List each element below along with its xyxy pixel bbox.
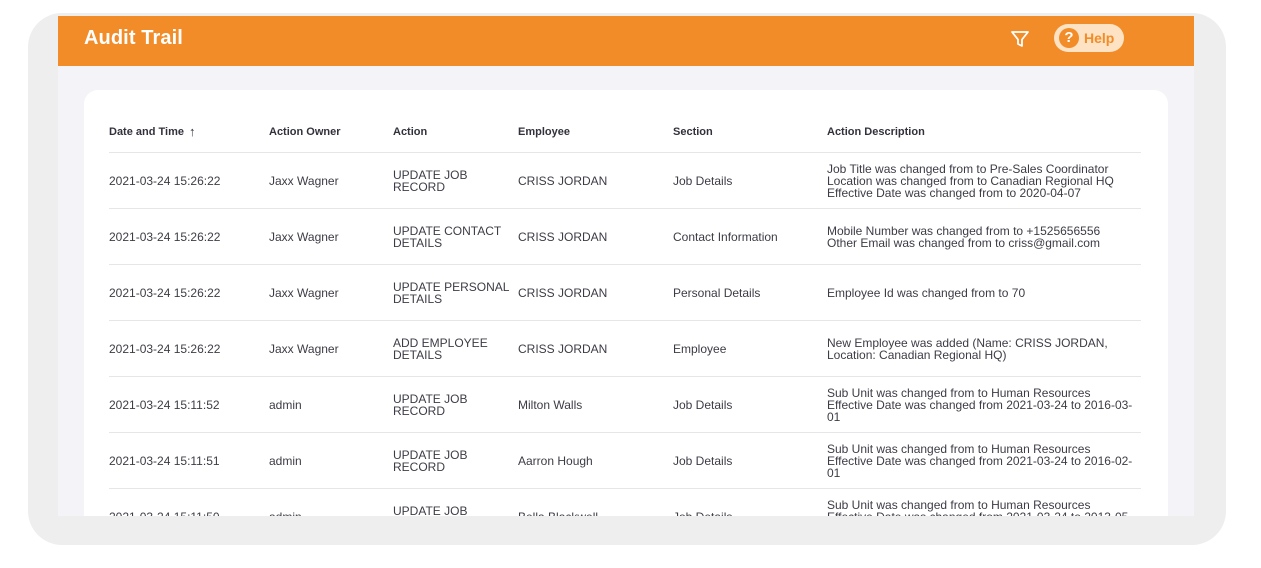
cell-action-description-line: Effective Date was changed from 2021-03-… — [827, 398, 1133, 412]
cell-action-description-line: Employee Id was changed from to 70 — [827, 286, 1026, 300]
help-button[interactable]: ? Help — [1054, 24, 1124, 52]
cell-employee: CRISS JORDAN — [518, 230, 608, 244]
table-row[interactable]: 2021-03-24 15:26:22 Jaxx Wagner UPDATE JOB… — [109, 152, 1141, 209]
cell-date-time: 2021-03-24 15:11:52 — [109, 398, 220, 412]
cell-action-description-line: Effective Date was changed from 2021-03-… — [827, 454, 1133, 468]
cell-employee: Bella Blackwell — [518, 489, 668, 516]
cell-date-time: 2021-03-24 15:26:22 — [109, 174, 221, 188]
cell-action: UPDATE JOBRECORD — [393, 433, 513, 489]
audit-table-card: Date and Time ↑ Action Owner Action Empl… — [84, 90, 1168, 516]
cell-employee: Milton Walls — [518, 398, 583, 412]
page-header: Audit Trail ? Help — [58, 16, 1194, 66]
cell-date-time: 2021-03-24 15:26:22 — [109, 230, 221, 244]
cell-employee: CRISS JORDAN — [518, 174, 608, 188]
column-header-employee: Employee — [518, 126, 570, 138]
cell-section: Job Details — [673, 398, 733, 412]
cell-action-line: RECORD — [393, 404, 446, 418]
cell-action-description: Sub Unit was changed from to Human Resou… — [827, 377, 1141, 433]
cell-action-owner: Jaxx Wagner — [269, 286, 339, 300]
cell-action-description: Sub Unit was changed from to Human Resou… — [827, 433, 1141, 489]
cell-action-description-line: Other Email was changed from to criss@gm… — [827, 236, 1100, 250]
column-header-action: Action — [393, 126, 428, 138]
cell-action-description: New Employee was added (Name: CRISS JORD… — [827, 321, 1141, 377]
cell-action-description-line: Effective Date was changed from to 2020-… — [827, 186, 1081, 200]
cell-action-line: DETAILS — [393, 236, 443, 250]
cell-action-description-line: Location: Canadian Regional HQ) — [827, 348, 1007, 362]
cell-action: UPDATE JOBRECORD — [393, 153, 513, 209]
cell-action-description: Employee Id was changed from to 70 — [827, 265, 1141, 321]
filter-funnel-icon — [1011, 31, 1029, 47]
cell-date-time: 2021-03-24 15:11:50 — [109, 489, 267, 516]
cell-employee: Aarron Hough — [518, 454, 593, 468]
table-row[interactable]: 2021-03-24 15:26:22 Jaxx Wagner UPDATE PER… — [109, 264, 1141, 321]
cell-action-description: Job Title was changed from to Pre-Sales … — [827, 153, 1141, 209]
cell-date-time: 2021-03-24 15:26:22 — [109, 286, 221, 300]
cell-action-description-line: 01 — [827, 410, 841, 424]
cell-action-description-line: 01 — [827, 466, 841, 480]
cell-action-description: Mobile Number was changed from to +15256… — [827, 209, 1141, 265]
cell-action-owner: Jaxx Wagner — [269, 230, 339, 244]
cell-date-time: 2021-03-24 15:26:22 — [109, 342, 221, 356]
cell-action-line: UPDATE JOB — [393, 504, 468, 516]
cell-action-owner: Jaxx Wagner — [269, 342, 339, 356]
table-header-row: Date and Time ↑ Action Owner Action Empl… — [109, 112, 1141, 152]
column-header-action-owner: Action Owner — [269, 126, 341, 138]
cell-action-line: RECORD — [393, 460, 446, 474]
column-header-date-label: Date and Time — [109, 126, 184, 138]
cell-action-owner: Jaxx Wagner — [269, 174, 339, 188]
cell-section: Employee — [673, 342, 727, 356]
cell-action: UPDATE CONTACT DETAILS — [393, 209, 513, 265]
table-row[interactable]: 2021-03-24 15:26:22 Jaxx Wagner ADD EMPLOY… — [109, 320, 1141, 377]
table-row[interactable]: 2021-03-24 15:11:50adminUPDATE JOBRECORD… — [109, 488, 1141, 516]
cell-action: UPDATE JOBRECORD — [393, 489, 513, 516]
cell-employee: CRISS JORDAN — [518, 342, 608, 356]
cell-section: Job Details — [673, 454, 733, 468]
help-question-icon: ? — [1059, 28, 1079, 48]
cell-action-line: DETAILS — [393, 292, 443, 306]
cell-section: Job Details — [673, 174, 733, 188]
cell-action-description-line: Effective Date was changed from 2021-03-… — [827, 511, 1132, 516]
table-row[interactable]: 2021-03-24 15:11:52 admin UPDATE JOB RECORD… — [109, 376, 1141, 433]
table-row[interactable]: 2021-03-24 15:26:22 Jaxx Wagner UPDATE CON… — [109, 208, 1141, 265]
column-header-section: Section — [673, 126, 713, 138]
column-header-action-description: Action Description — [827, 126, 925, 138]
cell-action: ADD EMPLOYEE DETAILS — [393, 321, 513, 377]
cell-action: UPDATE PERSONAL DETAILS — [393, 265, 513, 321]
cell-action-description: Sub Unit was changed from to Human Resou… — [827, 489, 1141, 516]
cell-section: Job Details — [673, 489, 823, 516]
sort-ascending-icon[interactable]: ↑ — [189, 125, 196, 138]
cell-date-time: 2021-03-24 15:11:51 — [109, 454, 220, 468]
cell-action: UPDATE JOBRECORD — [393, 377, 513, 433]
cell-action-line: DETAILS — [393, 348, 443, 362]
cell-action-owner: admin — [269, 454, 302, 468]
cell-action-owner: admin — [269, 489, 391, 516]
cell-section: Contact Information — [673, 230, 778, 244]
column-header-date[interactable]: Date and Time ↑ — [109, 112, 267, 152]
page-title: Audit Trail — [84, 27, 183, 49]
help-button-label: Help — [1084, 30, 1115, 46]
filter-button[interactable] — [1009, 28, 1031, 50]
table-row[interactable]: 2021-03-24 15:11:51 admin UPDATE JOB RECORD… — [109, 432, 1141, 489]
cell-employee: CRISS JORDAN — [518, 286, 608, 300]
cell-action-owner: admin — [269, 398, 302, 412]
cell-section: Personal Details — [673, 286, 761, 300]
cell-action-line: RECORD — [393, 180, 446, 194]
screenshot-frame: Audit Trail ? Help Date and Time ↑ Actio… — [28, 13, 1226, 545]
audit-trail-window: Audit Trail ? Help Date and Time ↑ Actio… — [58, 16, 1194, 516]
